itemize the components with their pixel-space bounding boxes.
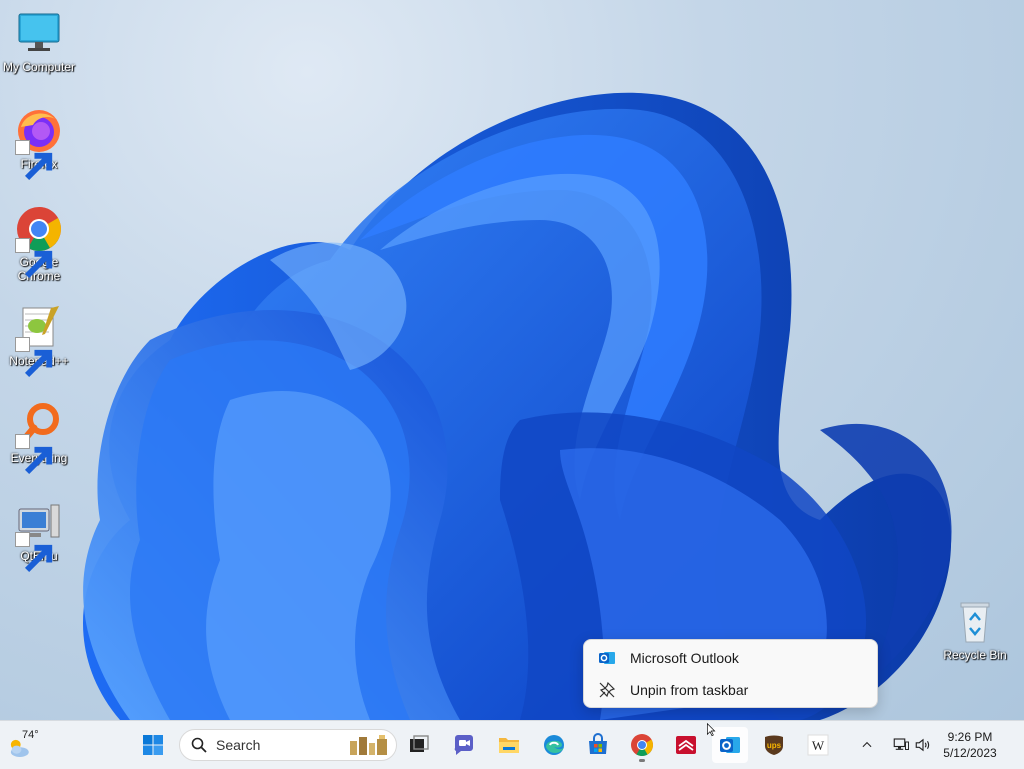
chat-icon xyxy=(454,735,473,755)
taskbar-chat[interactable] xyxy=(446,727,482,763)
unpin-icon xyxy=(598,681,616,699)
running-indicator xyxy=(639,759,645,762)
wikipedia-icon: W xyxy=(807,734,829,756)
taskbar-search[interactable]: Search xyxy=(179,729,397,761)
monitor-icon xyxy=(15,10,63,58)
everything-icon xyxy=(15,401,63,475)
desktop-icon-label: Recycle Bin xyxy=(943,648,1007,662)
store-icon xyxy=(589,733,607,754)
bank-icon xyxy=(676,736,696,754)
recycle-bin-icon xyxy=(951,598,999,646)
menu-item-label: Microsoft Outlook xyxy=(630,650,739,666)
desktop-icon-recycle-bin[interactable]: Recycle Bin xyxy=(937,598,1013,662)
taskbar-wikipedia[interactable]: W xyxy=(800,727,836,763)
desktop-icon-google-chrome[interactable]: Google Chrome xyxy=(1,205,77,283)
desktop[interactable]: My Computer Firefox Google Chrome Notepa… xyxy=(0,0,1024,720)
network-volume-tray[interactable] xyxy=(887,727,937,763)
weather-temperature: 74° xyxy=(22,729,39,741)
search-highlight-icon xyxy=(350,735,387,755)
desktop-icon-qtemu[interactable]: QtEmu xyxy=(1,499,77,573)
folder-icon xyxy=(499,738,519,753)
volume-icon xyxy=(915,738,930,752)
wikipedia-logo-text: W xyxy=(812,738,825,753)
shortcut-arrow-icon xyxy=(15,532,53,573)
taskbar-clock[interactable]: 9:26 PM 5/12/2023 xyxy=(935,729,1005,761)
start-button[interactable] xyxy=(135,727,171,763)
shortcut-arrow-icon xyxy=(15,140,53,181)
chrome-icon xyxy=(15,205,63,279)
notepadpp-icon xyxy=(15,304,63,378)
desktop-icon-my-computer[interactable]: My Computer xyxy=(1,10,77,74)
windows-start-icon xyxy=(143,735,163,755)
desktop-icon-firefox[interactable]: Firefox xyxy=(1,107,77,181)
taskbar-edge[interactable] xyxy=(536,727,572,763)
chrome-icon xyxy=(631,734,653,756)
taskbar-microsoft-store[interactable] xyxy=(580,727,616,763)
menu-item-label: Unpin from taskbar xyxy=(630,682,749,698)
edge-icon xyxy=(544,735,564,755)
firefox-icon xyxy=(15,107,63,181)
taskbar-outlook[interactable] xyxy=(707,722,748,763)
search-placeholder: Search xyxy=(216,737,261,753)
ups-icon: ups xyxy=(765,735,783,755)
clock-time: 9:26 PM xyxy=(947,730,993,744)
network-icon xyxy=(893,738,909,750)
taskbar-jump-list-menu: Microsoft Outlook Unpin from taskbar xyxy=(583,639,878,708)
taskbar: 74° Search ups W 9:26 PM 5/12/2023 xyxy=(0,720,1024,769)
weather-widget[interactable]: 74° xyxy=(6,729,46,761)
taskbar-bank-app[interactable] xyxy=(668,727,704,763)
menu-item-open-outlook[interactable]: Microsoft Outlook xyxy=(588,643,873,673)
taskbar-task-view[interactable] xyxy=(401,727,437,763)
taskbar-file-explorer[interactable] xyxy=(491,727,527,763)
mouse-pointer-icon xyxy=(707,722,716,737)
wallpaper-bloom xyxy=(82,92,952,720)
desktop-icon-everything[interactable]: Everything xyxy=(1,401,77,475)
qtemu-icon xyxy=(15,499,63,573)
shortcut-arrow-icon xyxy=(15,238,53,279)
outlook-icon xyxy=(598,649,616,667)
search-icon xyxy=(191,737,207,753)
desktop-icon-label: My Computer xyxy=(2,60,76,74)
chevron-up-icon xyxy=(862,741,872,748)
menu-item-unpin-from-taskbar[interactable]: Unpin from taskbar xyxy=(588,675,873,705)
show-hidden-icons-button[interactable] xyxy=(851,727,883,763)
ups-logo-text: ups xyxy=(767,741,782,750)
task-view-icon xyxy=(410,735,429,752)
desktop-icon-notepadpp[interactable]: Notepad++ xyxy=(1,304,77,378)
shortcut-arrow-icon xyxy=(15,337,53,378)
taskbar-ups[interactable]: ups xyxy=(756,727,792,763)
shortcut-arrow-icon xyxy=(15,434,53,475)
clock-date: 5/12/2023 xyxy=(943,746,997,760)
taskbar-google-chrome[interactable] xyxy=(624,727,660,763)
